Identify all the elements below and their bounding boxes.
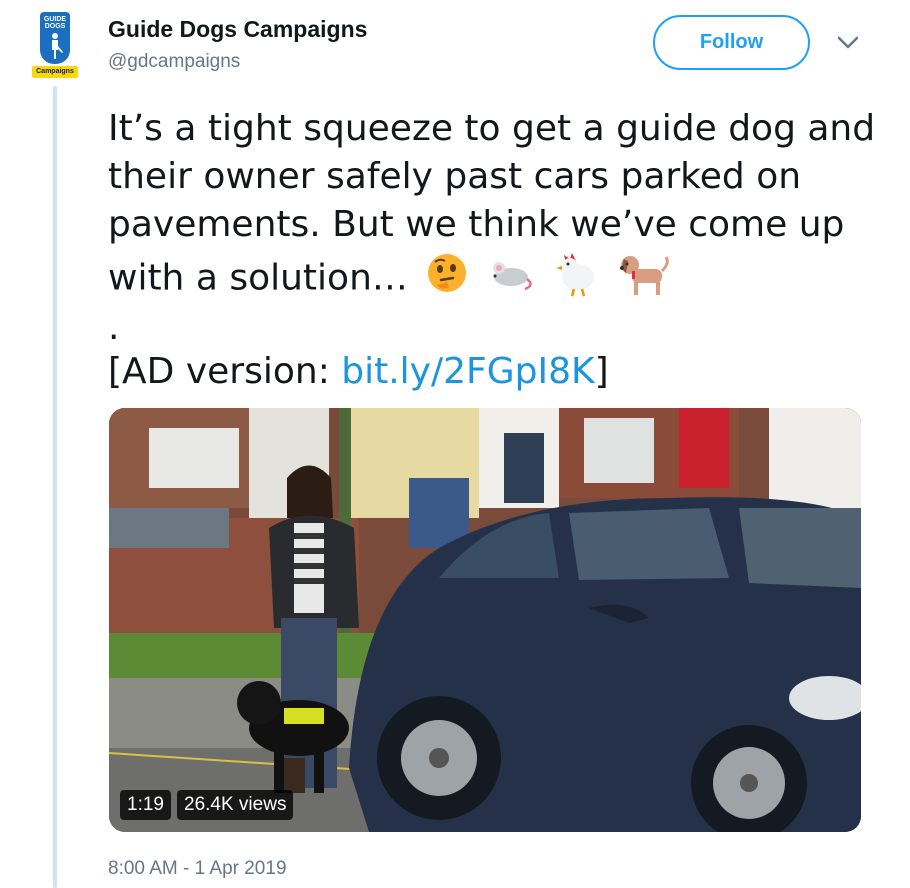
chicken-icon	[552, 249, 600, 310]
ad-prefix: [AD version:	[108, 351, 342, 392]
account-handle[interactable]: @gdcampaigns	[108, 51, 240, 73]
ad-version-line: [AD version: bit.ly/2FGpI8K]	[108, 348, 609, 396]
ad-suffix: ]	[594, 351, 609, 392]
tweet-text: It’s a tight squeeze to get a guide dog …	[108, 105, 888, 310]
tweet-dot: .	[108, 307, 120, 348]
mouse-icon	[487, 255, 535, 304]
tweet-timestamp[interactable]: 8:00 AM - 1 Apr 2019	[108, 858, 287, 880]
video-player[interactable]	[109, 408, 861, 832]
video-thumbnail	[109, 408, 861, 832]
video-views-badge: 26.4K views	[177, 790, 294, 820]
dog-icon	[618, 249, 670, 310]
ad-link[interactable]: bit.ly/2FGpI8K	[341, 351, 594, 392]
thread-line	[53, 86, 57, 888]
chevron-down-icon[interactable]	[837, 36, 859, 50]
follow-button[interactable]: Follow	[653, 15, 810, 70]
avatar[interactable]: GUIDE DOGS Campaigns	[32, 12, 78, 78]
thinking-face-icon	[425, 251, 469, 308]
campaigns-tag: Campaigns	[32, 66, 78, 78]
guide-dogs-logo: GUIDE DOGS	[40, 12, 70, 64]
person-with-dog-icon	[52, 33, 63, 59]
video-duration-badge: 1:19	[120, 790, 171, 820]
account-name[interactable]: Guide Dogs Campaigns	[108, 16, 367, 43]
logo-text: GUIDE DOGS	[43, 16, 67, 30]
